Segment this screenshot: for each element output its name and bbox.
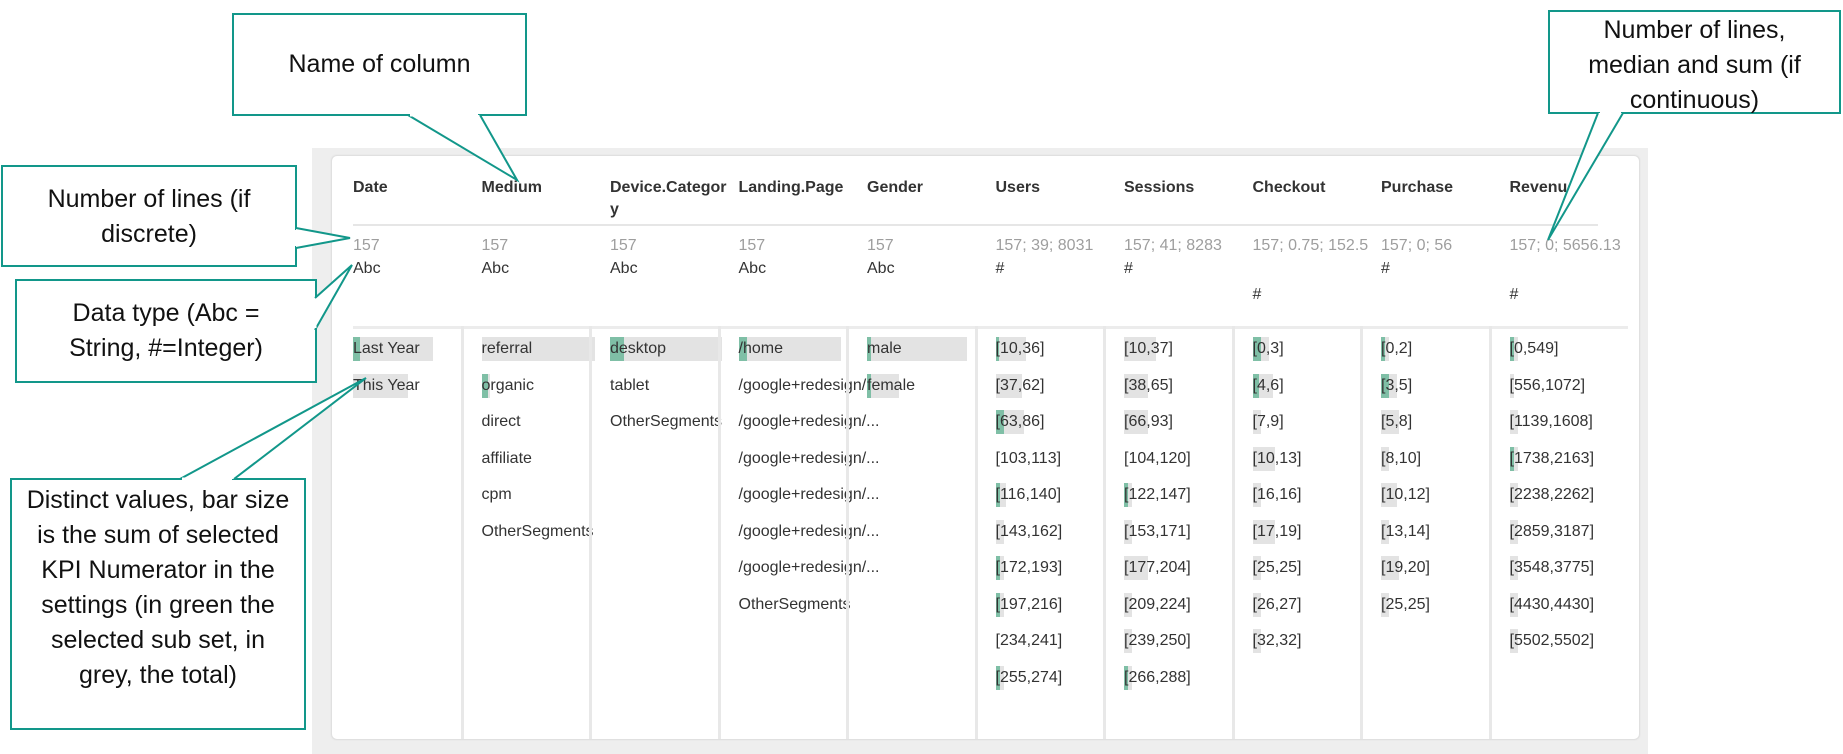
pointer-distinct-values <box>179 377 367 480</box>
pointer-data-type <box>314 264 353 331</box>
pointer-name-of-column <box>407 114 520 183</box>
callout-pointers <box>179 111 1624 481</box>
pointer-lines-median-sum <box>1547 112 1624 241</box>
pointer-lines-discrete <box>295 227 351 249</box>
